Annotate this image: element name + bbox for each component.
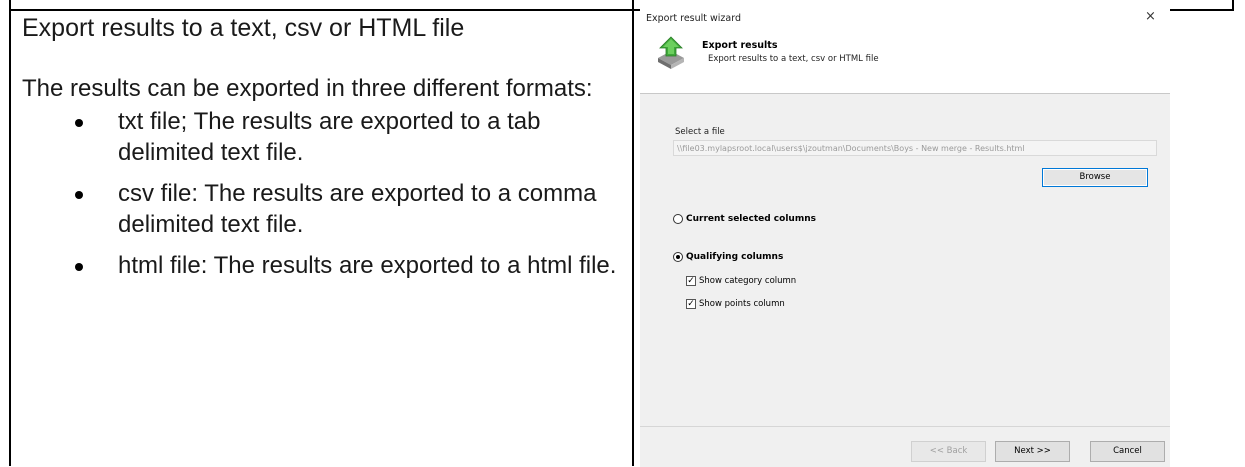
export-arrow-icon [658, 36, 684, 69]
export-wizard-dialog: Export result wizard × Export results Ex… [640, 6, 1170, 467]
checkbox-show-category-column[interactable]: ✓ Show category column [686, 276, 796, 286]
list-item: csv file: The results are exported to a … [22, 178, 622, 240]
browse-button[interactable]: Browse [1042, 168, 1148, 187]
radio-circle-icon [673, 252, 683, 262]
wizard-header: Export results Export results to a text,… [640, 28, 1170, 94]
checkbox-show-points-column[interactable]: ✓ Show points column [686, 299, 785, 309]
bullet-icon [75, 263, 83, 271]
checkbox-label: Show category column [699, 276, 797, 286]
checkbox-label: Show points column [699, 299, 785, 309]
wizard-body: Select a file \\file03.mylapsroot.local\… [640, 94, 1170, 426]
checkmark-icon: ✓ [686, 276, 696, 286]
close-icon[interactable]: × [1145, 9, 1156, 24]
header-title: Export results [702, 40, 778, 51]
window-title: Export result wizard [646, 13, 741, 24]
next-button[interactable]: Next >> [995, 441, 1070, 462]
table-border-middle [632, 0, 634, 466]
bullet-icon [75, 191, 83, 199]
file-path-field[interactable]: \\file03.mylapsroot.local\users$\jzoutma… [673, 140, 1157, 156]
select-file-label: Select a file [675, 127, 725, 137]
table-border-left [9, 0, 11, 466]
back-button[interactable]: << Back [911, 441, 986, 462]
description-column: Export results to a text, csv or HTML fi… [22, 14, 622, 291]
radio-current-selected-columns[interactable]: Current selected columns [673, 214, 816, 224]
title-bar: Export result wizard × [640, 6, 1170, 28]
radio-label: Qualifying columns [686, 252, 784, 262]
section-heading: Export results to a text, csv or HTML fi… [22, 14, 465, 42]
cancel-button[interactable]: Cancel [1090, 441, 1165, 462]
radio-circle-icon [673, 214, 683, 224]
list-item: html file: The results are exported to a… [22, 250, 622, 281]
radio-label: Current selected columns [686, 214, 816, 224]
radio-qualifying-columns[interactable]: Qualifying columns [673, 252, 783, 262]
list-item: txt file; The results are exported to a … [22, 106, 622, 168]
format-list: txt file; The results are exported to a … [22, 106, 622, 281]
header-subtitle: Export results to a text, csv or HTML fi… [708, 54, 879, 64]
bullet-icon [75, 119, 83, 127]
intro-text: The results can be exported in three dif… [22, 75, 593, 102]
wizard-footer: << Back Next >> Cancel [640, 426, 1170, 467]
checkmark-icon: ✓ [686, 299, 696, 309]
